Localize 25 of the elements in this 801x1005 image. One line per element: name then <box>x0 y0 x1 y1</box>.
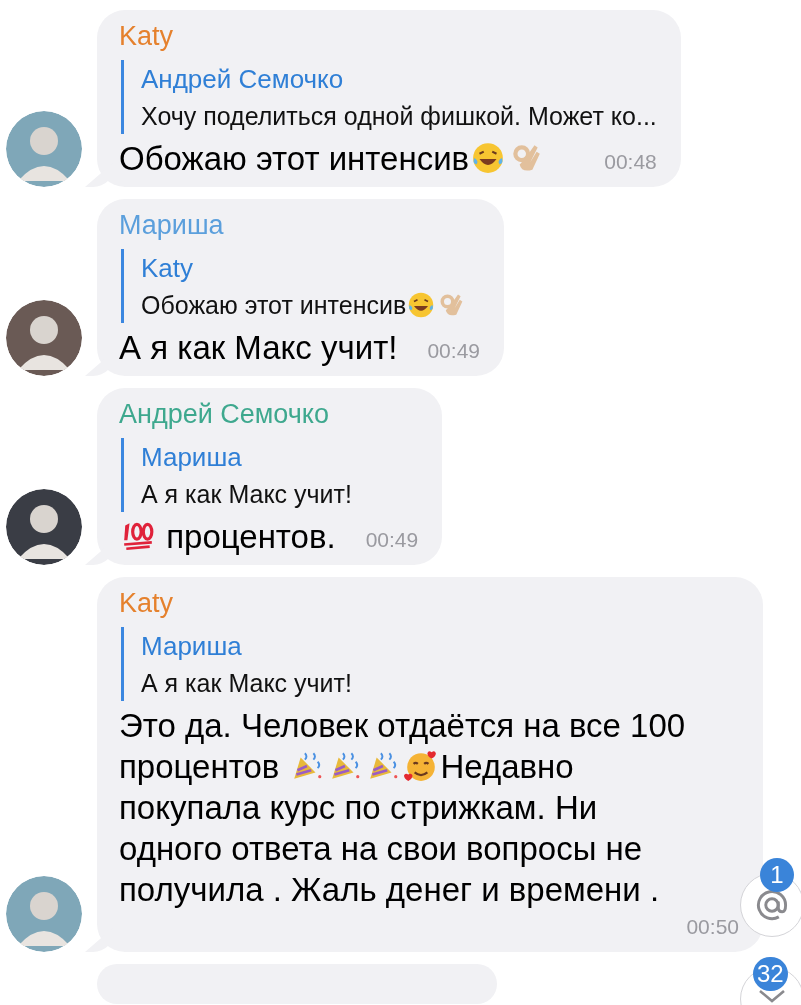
sender-name: Мариша <box>119 209 225 242</box>
reply-author: Мариша <box>141 441 243 474</box>
unread-badge: 32 <box>753 957 788 991</box>
reply-text: Обожаю этот интенсив <box>141 290 407 321</box>
reply-quote[interactable]: Katy Обожаю этот интенсив <box>121 249 480 323</box>
message-time: 00:49 <box>427 338 480 364</box>
reply-quote[interactable]: Андрей Семочко Хочу поделиться одной фишкой. Может ко... <box>121 60 657 134</box>
reply-author: Katy <box>141 252 195 285</box>
message-time: 00:48 <box>604 149 657 175</box>
message-text: процентов. <box>119 516 336 557</box>
message-text: Обожаю этот интенсив <box>119 138 546 179</box>
sender-name: Андрей Семочко <box>119 398 330 431</box>
reply-author: Андрей Семочко <box>141 63 345 96</box>
sender-name: Katy <box>119 587 175 620</box>
reply-text: А я как Макс учит! <box>141 479 352 510</box>
reply-text: А я как Макс учит! <box>141 668 352 699</box>
sender-name: Katy <box>119 20 175 53</box>
reply-quote[interactable]: Мариша А я как Макс учит! <box>121 438 419 512</box>
message-time: 00:50 <box>686 914 739 940</box>
message-text: А я как Макс учит! <box>119 328 398 368</box>
reply-text: Хочу поделиться одной фишкой. Может ко... <box>141 101 657 132</box>
message-time: 00:49 <box>365 527 419 553</box>
reply-author: Мариша <box>141 630 243 663</box>
reply-quote[interactable]: Мариша А я как Макс учит! <box>121 627 739 701</box>
message-text: Это да. Человек отдаётся на все 100 процентов Недавно покупала курс по стрижкам. Ни одного ответа на свои вопросы не получила . Жаль денег и времени . <box>119 706 687 910</box>
